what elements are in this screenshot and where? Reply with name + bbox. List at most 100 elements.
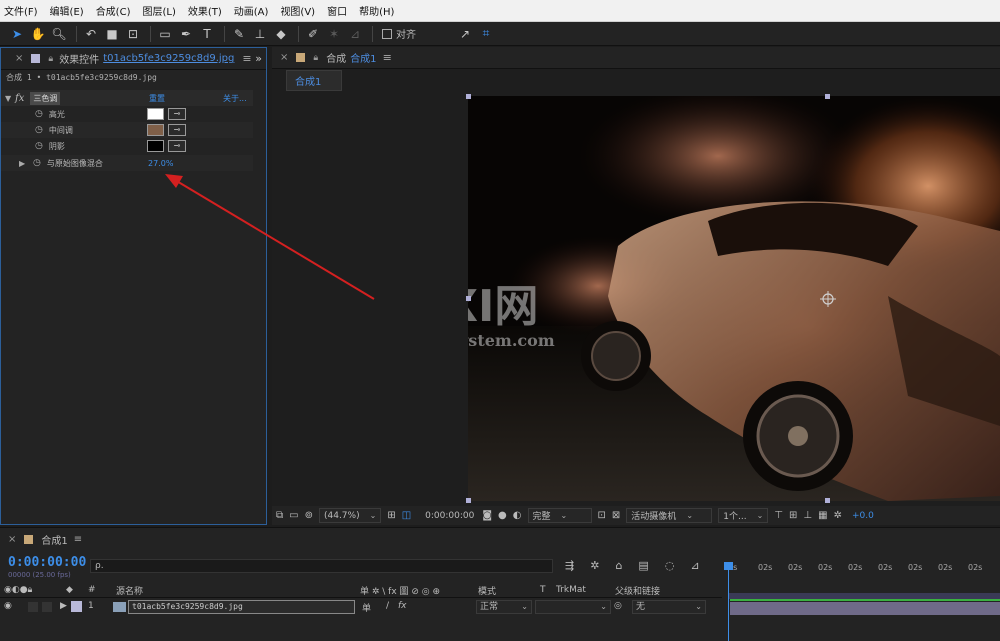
camera-tool-icon[interactable]: ■: [103, 25, 121, 43]
trkmat-dropdown[interactable]: ⌄: [535, 600, 611, 614]
region-of-interest-icon[interactable]: ⊡: [598, 510, 606, 521]
rotate-tool-icon[interactable]: ↶: [82, 25, 100, 43]
timeline-icon[interactable]: ▦: [818, 510, 827, 521]
graph-editor-icon[interactable]: ⊿: [690, 559, 699, 572]
tab-comp1[interactable]: 合成1: [286, 69, 342, 91]
current-time-indicator-head[interactable]: [724, 562, 733, 570]
effect-row-tritone[interactable]: ▼ fx 三色调 重置 关于...: [1, 90, 253, 106]
layer-duration-bar[interactable]: [730, 602, 1000, 615]
source-name-column[interactable]: 源名称: [116, 584, 143, 597]
quality-switch-icon[interactable]: /: [386, 601, 389, 611]
snap-checkbox[interactable]: [382, 28, 392, 39]
timeline-tab[interactable]: 合成1: [41, 532, 67, 547]
flowchart-icon[interactable]: ⊥: [803, 510, 812, 521]
menu-effect[interactable]: 效果(T): [188, 3, 222, 18]
snap-toggle[interactable]: 对齐: [382, 26, 416, 41]
switches-column[interactable]: 单 ✲ \ fx 圖 ⊘ ◎ ⊕: [360, 584, 440, 597]
panel-menu-icon[interactable]: ≡: [74, 534, 82, 545]
mask-icon[interactable]: ⊚: [305, 510, 313, 521]
snapshot-icon[interactable]: ◙: [482, 510, 492, 521]
type-tool-icon[interactable]: T: [198, 25, 216, 43]
camera-dropdown[interactable]: 活动摄像机 ⌄: [626, 508, 713, 523]
eyedropper-icon[interactable]: ⊸: [168, 108, 186, 120]
exposure-value[interactable]: +0.0: [852, 511, 874, 521]
parent-column[interactable]: 父级和链接: [615, 584, 660, 597]
eyedropper-icon[interactable]: ⊸: [168, 124, 186, 136]
timeline-timecode[interactable]: 0:00:00:00: [8, 555, 86, 570]
pick-whip-icon[interactable]: ◎: [614, 601, 622, 611]
menu-file[interactable]: 文件(F): [4, 3, 38, 18]
solo-toggle[interactable]: [42, 602, 52, 612]
fx-toggle[interactable]: fx: [15, 93, 24, 104]
menu-composition[interactable]: 合成(C): [96, 3, 131, 18]
menu-edit[interactable]: 编辑(E): [50, 3, 84, 18]
close-panel-icon[interactable]: ×: [280, 52, 288, 63]
parent-dropdown[interactable]: 无 ⌄: [632, 600, 706, 614]
blend-mode-dropdown[interactable]: 正常 ⌄: [476, 600, 532, 614]
fx-switch-icon[interactable]: fx: [398, 601, 407, 611]
expand-triangle-icon[interactable]: ▶: [60, 601, 67, 611]
menu-help[interactable]: 帮助(H): [359, 3, 394, 18]
stopwatch-icon[interactable]: ◷: [35, 141, 43, 151]
menu-layer[interactable]: 图层(L): [142, 3, 175, 18]
view-layout-dropdown[interactable]: 1个... ⌄: [718, 508, 769, 523]
rectangle-tool-icon[interactable]: ▭: [156, 25, 174, 43]
transform-handle[interactable]: [466, 94, 471, 99]
expand-panels-icon[interactable]: »: [255, 52, 262, 65]
clone-stamp-tool-icon[interactable]: ⊥: [251, 25, 269, 43]
exposure-icon[interactable]: ✲: [834, 510, 842, 521]
composition-name[interactable]: 合成1: [350, 50, 376, 65]
monitor-icon[interactable]: ▭: [289, 510, 298, 521]
stopwatch-icon[interactable]: ◷: [33, 158, 41, 168]
lock-icon[interactable]: 🔒︎: [313, 53, 318, 63]
layer-label-color[interactable]: [71, 601, 82, 612]
show-channel-icon[interactable]: ●: [498, 510, 507, 521]
transparency-grid-icon[interactable]: ⊠: [612, 510, 620, 521]
always-preview-icon[interactable]: ⧉: [276, 510, 283, 521]
midtones-color-swatch[interactable]: [147, 124, 164, 136]
audio-toggle[interactable]: [28, 602, 38, 612]
mode-column[interactable]: 模式: [478, 584, 496, 597]
effect-controls-file[interactable]: t01acb5fe3c9259c8d9.jpg: [103, 53, 234, 64]
selection-tool-icon[interactable]: ➤: [8, 25, 26, 43]
stopwatch-icon[interactable]: ◷: [35, 125, 43, 135]
layer-search-input[interactable]: ρ.: [90, 559, 553, 573]
highlights-color-swatch[interactable]: [147, 108, 164, 120]
close-panel-icon[interactable]: ×: [8, 534, 16, 545]
trkmat-column[interactable]: TrkMat: [556, 585, 586, 595]
menu-window[interactable]: 窗口: [327, 3, 347, 18]
time-ruler[interactable]: 0s02s02s02s02s02s02s02s02s: [724, 561, 1000, 583]
brush-tool-icon[interactable]: ✎: [230, 25, 248, 43]
eyedropper-icon[interactable]: ⊸: [168, 140, 186, 152]
shy-switch-icon[interactable]: 单: [362, 601, 371, 614]
menu-view[interactable]: 视图(V): [280, 3, 315, 18]
current-time-indicator[interactable]: [728, 564, 729, 641]
lock-icon[interactable]: 🔒︎: [48, 54, 53, 64]
transform-handle[interactable]: [825, 94, 830, 99]
reset-exposure-icon[interactable]: ⊞: [789, 510, 797, 521]
stopwatch-icon[interactable]: ◷: [35, 109, 43, 119]
pen-tool-icon[interactable]: ✒: [177, 25, 195, 43]
about-link[interactable]: 关于...: [223, 93, 247, 104]
panel-menu-icon[interactable]: ≡: [242, 52, 251, 65]
layer-name[interactable]: t01acb5fe3c9259c8d9.jpg: [128, 600, 355, 614]
blend-value[interactable]: 27.0%: [148, 159, 173, 168]
pan-behind-tool-icon[interactable]: ⊡: [124, 25, 142, 43]
snap-edges-icon[interactable]: ↗: [456, 25, 474, 43]
current-time[interactable]: 0:00:00:00: [425, 511, 474, 521]
region-icon[interactable]: ◫: [402, 510, 411, 521]
menu-animation[interactable]: 动画(A): [234, 3, 269, 18]
transform-handle[interactable]: [466, 498, 471, 503]
shadows-color-swatch[interactable]: [147, 140, 164, 152]
puppet-tool-icon[interactable]: ✶: [325, 25, 343, 43]
composition-viewer[interactable]: GXI网 system.com: [468, 96, 1000, 501]
expand-triangle-icon[interactable]: ▶: [19, 159, 29, 168]
motion-blur-icon[interactable]: ◌: [665, 559, 675, 572]
composition-mini-flowchart-icon[interactable]: ⇶: [565, 559, 574, 572]
snap-features-icon[interactable]: ⌗: [477, 25, 495, 43]
resolution-dropdown[interactable]: 完整 ⌄: [527, 508, 592, 523]
visibility-eye-icon[interactable]: ◉: [4, 601, 12, 611]
zoom-tool-icon[interactable]: 🔍︎: [50, 25, 68, 43]
transform-handle[interactable]: [466, 296, 471, 301]
eraser-tool-icon[interactable]: ◆: [272, 25, 290, 43]
